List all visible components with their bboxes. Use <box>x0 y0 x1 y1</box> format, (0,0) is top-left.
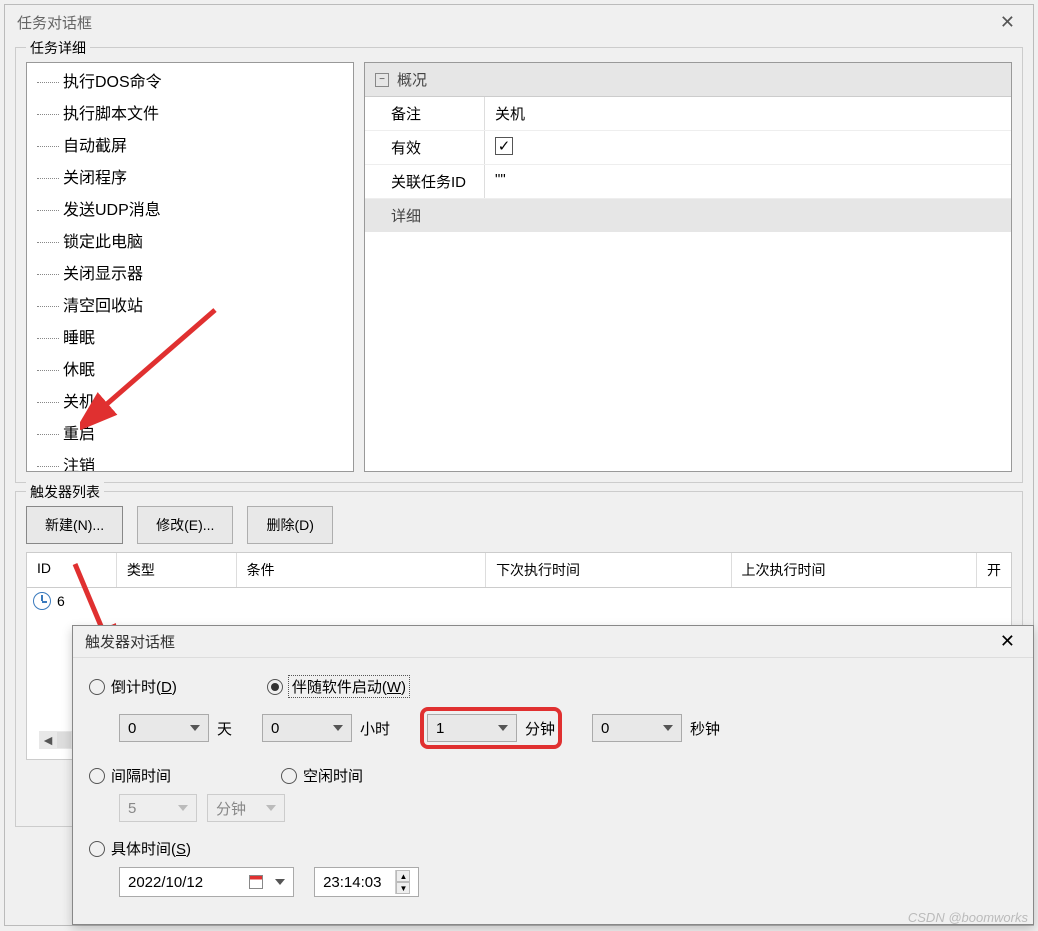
tree-item[interactable]: 睡眠 <box>27 323 353 355</box>
dialog-title: 触发器对话框 <box>85 631 175 652</box>
hours-label: 小时 <box>360 718 390 739</box>
tree-item[interactable]: 发送UDP消息 <box>27 195 353 227</box>
radio-specific-time[interactable]: 具体时间(S) <box>89 838 191 859</box>
dialog-titlebar: 触发器对话框 ✕ <box>73 626 1033 658</box>
scroll-left-icon[interactable]: ◄ <box>39 732 57 748</box>
col-id[interactable]: ID <box>27 553 117 587</box>
tree-item[interactable]: 关闭显示器 <box>27 259 353 291</box>
chevron-down-icon <box>498 725 508 731</box>
radio-countdown[interactable]: 倒计时(D) <box>89 676 177 697</box>
tree-item[interactable]: 重启 <box>27 419 353 451</box>
prop-linked-value[interactable]: "" <box>485 165 1011 198</box>
trigger-list-label: 触发器列表 <box>26 482 104 502</box>
col-type[interactable]: 类型 <box>117 553 237 587</box>
radio-checked-icon <box>267 679 283 695</box>
tree-item-label: 关机 <box>63 390 95 416</box>
task-tree[interactable]: 执行DOS命令执行脚本文件自动截屏关闭程序发送UDP消息锁定此电脑关闭显示器清空… <box>26 62 354 472</box>
chevron-down-icon <box>190 725 200 731</box>
prop-valid-value[interactable]: ✓ <box>485 131 1011 164</box>
chevron-down-icon <box>266 805 276 811</box>
col-cond[interactable]: 条件 <box>237 553 486 587</box>
spin-up-icon[interactable]: ▲ <box>396 870 410 882</box>
overview-header: 概况 <box>397 69 427 90</box>
tree-item[interactable]: 关闭程序 <box>27 163 353 195</box>
task-details-label: 任务详细 <box>26 38 90 58</box>
tree-item[interactable]: 锁定此电脑 <box>27 227 353 259</box>
collapse-icon[interactable]: − <box>375 73 389 87</box>
edit-trigger-button[interactable]: 修改(E)... <box>137 506 233 544</box>
tree-item[interactable]: 执行DOS命令 <box>27 67 353 99</box>
spin-down-icon[interactable]: ▼ <box>396 882 410 894</box>
detail-subheader: 详细 <box>365 199 1011 232</box>
radio-withstart[interactable]: 伴随软件启动(W) <box>267 676 409 697</box>
delete-trigger-button[interactable]: 删除(D) <box>247 506 332 544</box>
prop-linked-label: 关联任务ID <box>365 165 485 198</box>
radio-interval[interactable]: 间隔时间 <box>89 765 171 786</box>
tree-item[interactable]: 清空回收站 <box>27 291 353 323</box>
tree-item[interactable]: 休眠 <box>27 355 353 387</box>
radio-icon <box>89 679 105 695</box>
tree-item-label: 关闭程序 <box>63 166 127 192</box>
chevron-down-icon <box>275 879 285 885</box>
table-row[interactable]: 6 <box>27 588 1011 614</box>
interval-unit-combo: 分钟 <box>207 794 285 822</box>
seconds-combo[interactable]: 0 <box>592 714 682 742</box>
col-open[interactable]: 开 <box>977 553 1011 587</box>
seconds-label: 秒钟 <box>690 718 720 739</box>
tree-item-label: 锁定此电脑 <box>63 230 143 256</box>
prop-remark-value[interactable]: 关机 <box>485 97 1011 130</box>
time-picker[interactable]: 23:14:03 ▲ ▼ <box>314 867 419 897</box>
minutes-label: 分钟 <box>525 718 555 739</box>
trigger-list-header: ID 类型 条件 下次执行时间 上次执行时间 开 <box>26 552 1012 588</box>
tree-item[interactable]: 关机 <box>27 387 353 419</box>
tree-item-label: 执行DOS命令 <box>63 70 162 96</box>
tree-item[interactable]: 注销 <box>27 451 353 472</box>
col-last[interactable]: 上次执行时间 <box>732 553 977 587</box>
interval-value-combo: 5 <box>119 794 197 822</box>
window-titlebar: 任务对话框 ✕ <box>5 5 1033 39</box>
dialog-close-icon[interactable]: ✕ <box>994 631 1021 652</box>
checkbox-checked-icon[interactable]: ✓ <box>495 137 513 155</box>
tree-item-label: 执行脚本文件 <box>63 102 159 128</box>
date-picker[interactable]: 2022/10/12 <box>119 867 294 897</box>
tree-item-label: 清空回收站 <box>63 294 143 320</box>
tree-item[interactable]: 自动截屏 <box>27 131 353 163</box>
calendar-icon <box>249 875 263 889</box>
new-trigger-button[interactable]: 新建(N)... <box>26 506 123 544</box>
hours-combo[interactable]: 0 <box>262 714 352 742</box>
task-details-group: 任务详细 执行DOS命令执行脚本文件自动截屏关闭程序发送UDP消息锁定此电脑关闭… <box>15 47 1023 483</box>
row-id-value: 6 <box>57 593 65 609</box>
minutes-highlight: 1 分钟 <box>420 707 562 749</box>
chevron-down-icon <box>663 725 673 731</box>
time-spinner[interactable]: ▲ ▼ <box>395 870 410 894</box>
clock-icon <box>33 592 51 610</box>
scroll-track[interactable] <box>57 732 71 748</box>
days-label: 天 <box>217 718 232 739</box>
watermark: CSDN @boomworks <box>908 910 1028 925</box>
tree-item-label: 自动截屏 <box>63 134 127 160</box>
window-title: 任务对话框 <box>17 12 92 33</box>
chevron-down-icon <box>178 805 188 811</box>
tree-item-label: 休眠 <box>63 358 95 384</box>
chevron-down-icon <box>333 725 343 731</box>
tree-item[interactable]: 执行脚本文件 <box>27 99 353 131</box>
tree-item-label: 关闭显示器 <box>63 262 143 288</box>
prop-valid-label: 有效 <box>365 131 485 164</box>
radio-icon <box>281 768 297 784</box>
radio-icon <box>89 768 105 784</box>
minutes-combo[interactable]: 1 <box>427 714 517 742</box>
tree-item-label: 睡眠 <box>63 326 95 352</box>
prop-remark-label: 备注 <box>365 97 485 130</box>
property-grid: − 概况 备注 关机 有效 ✓ 关联任务ID "" 详细 <box>364 62 1012 472</box>
tree-item-label: 发送UDP消息 <box>63 198 161 224</box>
radio-idle[interactable]: 空闲时间 <box>281 765 363 786</box>
days-combo[interactable]: 0 <box>119 714 209 742</box>
radio-icon <box>89 841 105 857</box>
trigger-dialog: 触发器对话框 ✕ 倒计时(D) 伴随软件启动(W) 0 天 <box>72 625 1034 925</box>
close-icon[interactable]: ✕ <box>994 12 1021 33</box>
col-next[interactable]: 下次执行时间 <box>486 553 731 587</box>
tree-item-label: 注销 <box>63 454 95 472</box>
tree-item-label: 重启 <box>63 422 95 448</box>
